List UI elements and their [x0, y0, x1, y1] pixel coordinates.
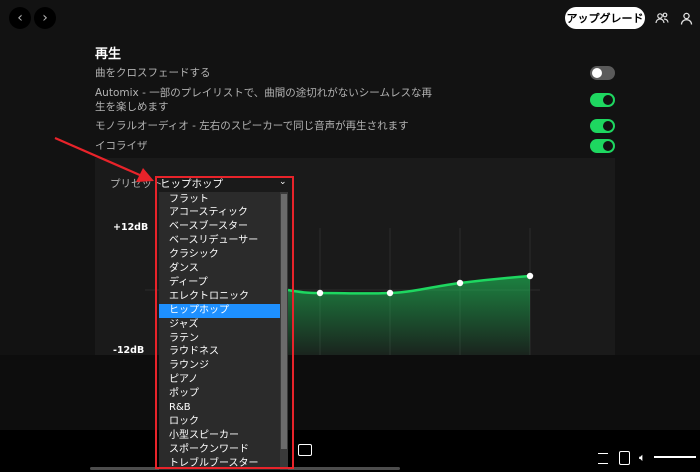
annotation-arrow — [54, 136, 154, 182]
